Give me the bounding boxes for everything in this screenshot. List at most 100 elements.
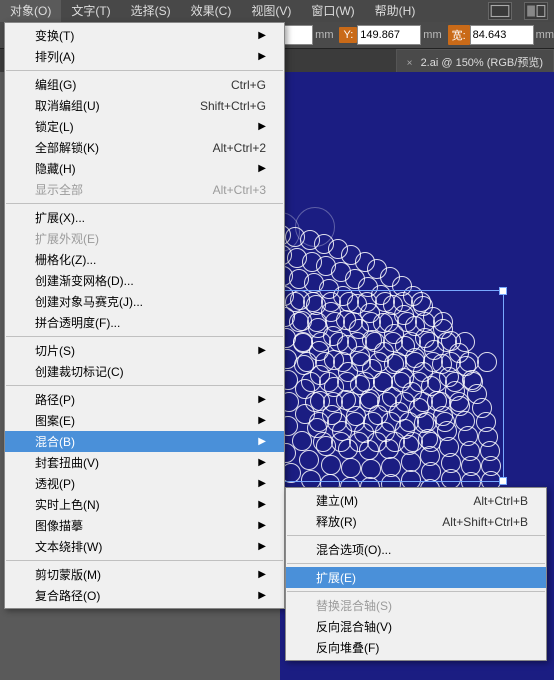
object-menu-item-20[interactable]: 路径(P) ▶ [5, 389, 284, 410]
object-menu-item-7[interactable]: 隐藏(H) ▶ [5, 158, 284, 179]
shortcut: Alt+Ctrl+3 [213, 183, 266, 197]
object-menu-item-21[interactable]: 图案(E) ▶ [5, 410, 284, 431]
menu-item-label: 复合路径(O) [35, 587, 238, 604]
menu-item-label: 文本绕排(W) [35, 538, 238, 555]
x-unit: mm [315, 29, 333, 41]
document-tab[interactable]: × 2.ai @ 150% (RGB/预览) [396, 49, 554, 73]
handle-ne[interactable] [499, 287, 507, 295]
menu-type[interactable]: 文字(T) [61, 0, 120, 22]
toolbar-icon-2[interactable] [524, 2, 548, 20]
object-menu-item-5[interactable]: 锁定(L)▶ [5, 116, 284, 137]
shortcut: Ctrl+G [231, 78, 266, 92]
separator [287, 591, 545, 592]
menu-object[interactable]: 对象(O) [0, 0, 61, 22]
submenu-arrow-icon: ▶ [258, 569, 266, 580]
object-menu-item-14[interactable]: 创建对象马赛克(J)... [5, 291, 284, 312]
menu-window[interactable]: 窗口(W) [301, 0, 364, 22]
menu-item-label: 切片(S) [35, 342, 238, 359]
toolbar-icon-1[interactable] [488, 2, 512, 20]
tab-label: 2.ai @ 150% (RGB/预览) [421, 57, 543, 69]
object-menu-item-22[interactable]: 混合(B) ▶ [5, 431, 284, 452]
close-icon[interactable]: × [407, 58, 413, 69]
shortcut: Alt+Shift+Ctrl+B [442, 515, 528, 529]
menu-item-label: 隐藏(H) [35, 160, 238, 177]
blend-menu-item-9[interactable]: 反向堆叠(F) [286, 637, 546, 658]
object-menu-item-13[interactable]: 创建渐变网格(D)... [5, 270, 284, 291]
object-menu-item-6[interactable]: 全部解锁(K)Alt+Ctrl+2 [5, 137, 284, 158]
object-menu-item-1[interactable]: 排列(A)▶ [5, 46, 284, 67]
submenu-arrow-icon: ▶ [258, 51, 266, 62]
submenu-arrow-icon: ▶ [258, 394, 266, 405]
y-input[interactable] [357, 25, 421, 45]
object-menu-item-17[interactable]: 切片(S) ▶ [5, 340, 284, 361]
object-menu-item-27[interactable]: 文本绕排(W) ▶ [5, 536, 284, 557]
submenu-arrow-icon: ▶ [258, 457, 266, 468]
y-label: Y: [339, 27, 357, 43]
menu-effect[interactable]: 效果(C) [181, 0, 242, 22]
menu-item-label: 剪切蒙版(M) [35, 566, 238, 583]
menubar: 对象(O) 文字(T) 选择(S) 效果(C) 视图(V) 窗口(W) 帮助(H… [0, 0, 554, 22]
blend-menu-item-5[interactable]: 扩展(E) [286, 567, 546, 588]
object-menu-item-30[interactable]: 复合路径(O)▶ [5, 585, 284, 606]
y-unit: mm [423, 29, 441, 41]
submenu-arrow-icon: ▶ [258, 541, 266, 552]
submenu-arrow-icon: ▶ [258, 499, 266, 510]
menu-select[interactable]: 选择(S) [121, 0, 181, 22]
submenu-arrow-icon: ▶ [258, 121, 266, 132]
menu-item-label: 取消编组(U) [35, 97, 170, 114]
menu-item-label: 创建对象马赛克(J)... [35, 293, 266, 310]
menu-item-label: 混合(B) [35, 433, 238, 450]
menu-item-label: 创建渐变网格(D)... [35, 272, 266, 289]
menu-item-label: 扩展外观(E) [35, 230, 266, 247]
object-menu-item-18[interactable]: 创建裁切标记(C) [5, 361, 284, 382]
submenu-arrow-icon: ▶ [258, 345, 266, 356]
object-menu-item-23[interactable]: 封套扭曲(V)▶ [5, 452, 284, 473]
menu-view[interactable]: 视图(V) [241, 0, 301, 22]
object-menu-item-15[interactable]: 拼合透明度(F)... [5, 312, 284, 333]
menu-help[interactable]: 帮助(H) [365, 0, 426, 22]
blend-menu-item-3[interactable]: 混合选项(O)... [286, 539, 546, 560]
handle-se[interactable] [499, 477, 507, 485]
object-menu-item-4[interactable]: 取消编组(U) Shift+Ctrl+G [5, 95, 284, 116]
object-menu-item-24[interactable]: 透视(P)▶ [5, 473, 284, 494]
shortcut: Alt+Ctrl+B [473, 494, 528, 508]
blend-submenu: 建立(M) Alt+Ctrl+B 释放(R) Alt+Shift+Ctrl+B 混合选项… [285, 487, 547, 661]
object-menu-item-26[interactable]: 图像描摹▶ [5, 515, 284, 536]
menu-item-label: 图案(E) [35, 412, 238, 429]
object-menu-item-10[interactable]: 扩展(X)... [5, 207, 284, 228]
menu-item-label: 路径(P) [35, 391, 238, 408]
y-field: Y: mm [339, 25, 441, 45]
submenu-arrow-icon: ▶ [258, 520, 266, 531]
separator [6, 385, 283, 386]
menu-item-label: 显示全部 [35, 181, 183, 198]
submenu-arrow-icon: ▶ [258, 163, 266, 174]
object-menu-item-29[interactable]: 剪切蒙版(M) ▶ [5, 564, 284, 585]
submenu-arrow-icon: ▶ [258, 415, 266, 426]
submenu-arrow-icon: ▶ [258, 478, 266, 489]
w-input[interactable] [470, 25, 534, 45]
object-menu-item-3[interactable]: 编组(G)Ctrl+G [5, 74, 284, 95]
menu-item-label: 释放(R) [316, 513, 412, 530]
object-menu-item-12[interactable]: 栅格化(Z)... [5, 249, 284, 270]
separator [6, 560, 283, 561]
object-menu: 变换(T)▶排列(A)▶编组(G)Ctrl+G取消编组(U)Shift+Ctrl… [4, 22, 285, 609]
shortcut: Shift+Ctrl+G [200, 99, 266, 113]
blend-menu-item-8[interactable]: 反向混合轴(V) [286, 616, 546, 637]
object-menu-item-0[interactable]: 变换(T)▶ [5, 25, 284, 46]
menu-item-label: 变换(T) [35, 27, 238, 44]
menu-item-label: 建立(M) [316, 492, 443, 509]
object-menu-item-25[interactable]: 实时上色(N)▶ [5, 494, 284, 515]
blend-menu-item-7: 替换混合轴(S) [286, 595, 546, 616]
blend-menu-item-0[interactable]: 建立(M) Alt+Ctrl+B [286, 490, 546, 511]
menu-item-label: 扩展(X)... [35, 209, 266, 226]
separator [287, 535, 545, 536]
menu-item-label: 栅格化(Z)... [35, 251, 266, 268]
menu-item-label: 反向堆叠(F) [316, 639, 528, 656]
submenu-arrow-icon: ▶ [258, 436, 266, 447]
blend-menu-item-1[interactable]: 释放(R) Alt+Shift+Ctrl+B [286, 511, 546, 532]
w-label: 宽: [448, 25, 470, 45]
menu-item-label: 扩展(E) [316, 569, 528, 586]
object-menu-item-11: 扩展外观(E) [5, 228, 284, 249]
separator [6, 336, 283, 337]
menu-item-label: 全部解锁(K) [35, 139, 183, 156]
